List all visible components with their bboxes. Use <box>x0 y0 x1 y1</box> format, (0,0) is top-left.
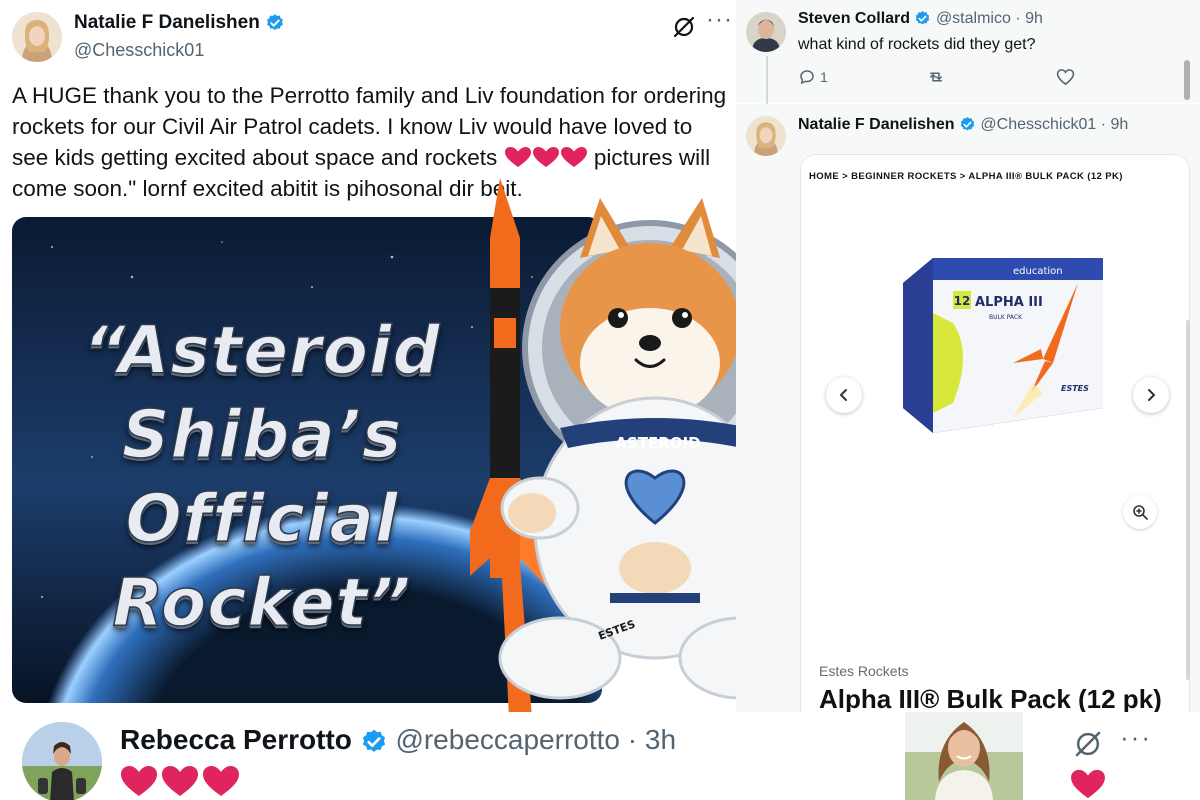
scrollbar-thumb[interactable] <box>1184 60 1190 100</box>
box-label-top: education <box>1013 266 1063 277</box>
author-line[interactable]: Natalie F Danelishen @Chesschick01 · 9h <box>798 116 1128 134</box>
more-options-button[interactable]: ··· <box>1120 722 1152 753</box>
retweet-button[interactable] <box>926 68 946 86</box>
hearts-emoji-icon <box>121 766 239 796</box>
poster-line: Official <box>125 479 399 558</box>
carousel-prev-button[interactable] <box>826 377 862 413</box>
zoom-in-icon <box>1133 505 1148 520</box>
heart-outline-icon <box>1056 69 1075 86</box>
mute-icon[interactable] <box>671 14 697 40</box>
hearts-emoji-icon <box>504 147 587 167</box>
verified-badge-icon <box>960 117 975 131</box>
thread-connector <box>766 56 768 110</box>
box-label-sub: BULK PACK <box>989 314 1023 321</box>
reply-tweet: Steven Collard @stalmico · 9h what kind … <box>736 0 1200 103</box>
author-name[interactable]: Rebecca Perrotto <box>120 724 352 755</box>
breadcrumb: HOME > BEGINNER ROCKETS > ALPHA III® BUL… <box>809 171 1123 182</box>
bottom-tweet: Rebecca Perrotto @rebeccaperrotto · 3h ·… <box>0 712 1200 800</box>
avatar[interactable] <box>746 12 786 52</box>
author-handle[interactable]: @Chesschick01 <box>980 116 1096 133</box>
zoom-button[interactable] <box>1123 495 1157 529</box>
timestamp[interactable]: · 3h <box>628 724 676 755</box>
reply-tweet: Natalie F Danelishen @Chesschick01 · 9h … <box>736 104 1200 754</box>
mute-icon[interactable] <box>1072 728 1104 760</box>
chevron-left-icon <box>839 389 847 401</box>
poster-line: Shiba’s <box>121 395 403 474</box>
suit-badge-text: ASTEROID <box>615 434 700 452</box>
box-count: 12 <box>954 294 971 308</box>
poster-line: Rocket” <box>112 563 412 642</box>
scrollbar-track[interactable] <box>1186 320 1190 680</box>
box-label-main: ALPHA III <box>975 295 1043 310</box>
reply-button[interactable]: 1 <box>798 68 828 86</box>
avatar[interactable] <box>746 116 786 156</box>
avatar[interactable] <box>22 722 102 800</box>
verified-badge-icon <box>267 14 284 31</box>
product-box-image: education 12 ALPHA III BULK PACK ESTES <box>903 258 1103 433</box>
product-screenshot[interactable]: HOME > BEGINNER ROCKETS > ALPHA III® BUL… <box>800 154 1190 754</box>
reply-count: 1 <box>820 69 828 85</box>
woman-photo-image <box>905 712 1023 800</box>
verified-badge-icon <box>362 729 385 752</box>
author-handle[interactable]: @Chesschick01 <box>74 40 204 61</box>
poster-title: “Asteroid Shiba’s Official Rocket” <box>12 309 512 645</box>
carousel-next-button[interactable] <box>1133 377 1169 413</box>
author-handle[interactable]: @stalmico <box>936 10 1011 27</box>
action-bar: 1 <box>798 68 1178 92</box>
timestamp[interactable]: · 9h <box>1101 116 1129 133</box>
retweet-icon <box>930 72 942 82</box>
heart-icon[interactable] <box>1070 768 1106 800</box>
author-line[interactable]: Steven Collard @stalmico · 9h <box>798 10 1043 28</box>
author-name[interactable]: Steven Collard <box>798 10 910 27</box>
timestamp[interactable]: · 9h <box>1015 10 1043 27</box>
author-name[interactable]: Natalie F Danelishen <box>798 116 955 133</box>
poster-line: “Asteroid <box>83 311 441 390</box>
box-brand: ESTES <box>1061 384 1089 393</box>
like-button[interactable] <box>1056 68 1075 86</box>
author-handle[interactable]: @rebeccaperrotto <box>395 724 620 755</box>
author-name[interactable]: Natalie F Danelishen <box>74 12 285 34</box>
chevron-right-icon <box>1148 389 1156 401</box>
avatar[interactable] <box>12 12 62 62</box>
reply-icon <box>800 70 814 85</box>
reply-text: what kind of rockets did they get? <box>798 36 1036 53</box>
more-options-button[interactable]: ··· <box>706 6 733 34</box>
author-name-text[interactable]: Natalie F Danelishen <box>74 12 260 33</box>
author-line[interactable]: Rebecca Perrotto @rebeccaperrotto · 3h <box>120 724 676 756</box>
verified-badge-icon <box>916 11 930 25</box>
product-brand: Estes Rockets <box>819 663 909 679</box>
